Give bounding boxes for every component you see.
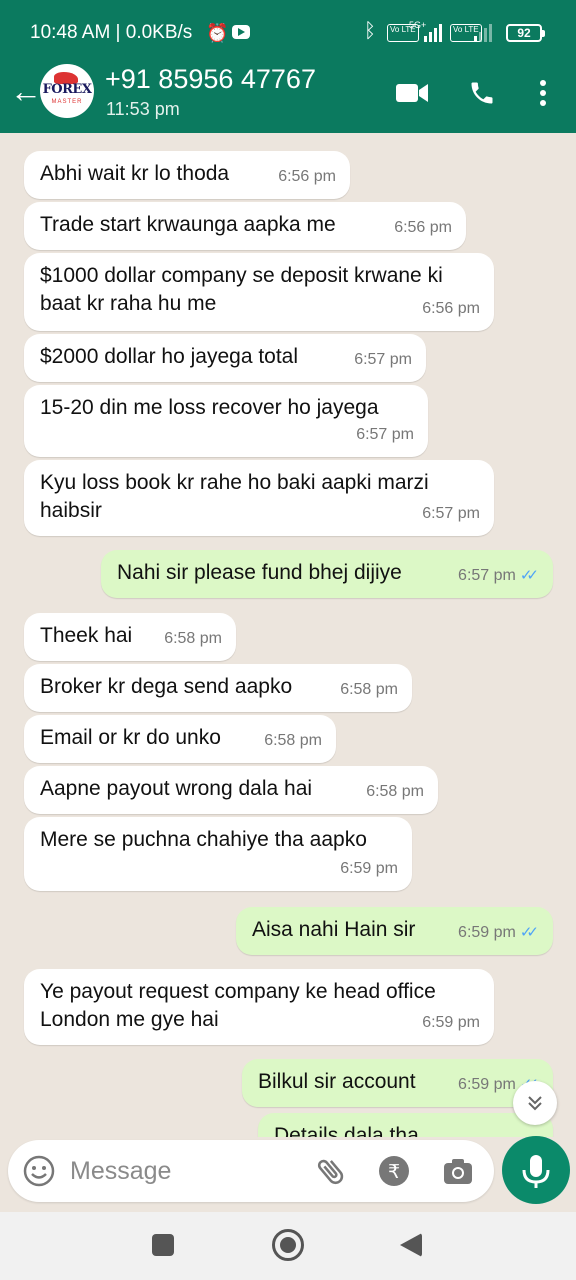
more-options-icon[interactable] <box>538 79 548 107</box>
message-time: 6:57 pm <box>422 505 480 522</box>
last-seen: 11:53 pm <box>106 99 180 119</box>
message-outgoing[interactable]: Aisa nahi Hain sir 6:59 pm ✓✓ <box>236 907 553 955</box>
message-text: Kyu loss book kr rahe ho baki aapki marz… <box>40 471 429 522</box>
message-incoming[interactable]: Trade start krwaunga aapka me 6:56 pm <box>24 202 466 250</box>
status-time: 10:48 AM | 0.0KB/s <box>30 22 193 43</box>
read-receipt-icon: ✓✓ <box>519 567 539 584</box>
message-incoming[interactable]: Abhi wait kr lo thoda 6:56 pm <box>24 151 350 199</box>
message-time: 6:58 pm <box>264 732 322 749</box>
chat-area[interactable]: Abhi wait kr lo thoda 6:56 pm Trade star… <box>0 133 576 1137</box>
battery-icon: 92 <box>506 24 545 42</box>
message-time: 6:59 pm <box>422 1014 480 1031</box>
message-time: 6:58 pm <box>340 681 398 698</box>
message-time: 6:59 pm <box>458 924 516 941</box>
voice-call-icon[interactable] <box>468 79 496 107</box>
message-incoming[interactable]: Mere se puchna chahiye tha aapko 6:59 pm <box>24 817 412 891</box>
message-text: Details dala tha <box>274 1124 419 1137</box>
system-navigation-bar <box>0 1212 576 1280</box>
message-time: 6:59 pm <box>340 860 398 877</box>
system-back-button[interactable] <box>400 1233 422 1257</box>
double-chevron-down-icon <box>528 1096 542 1111</box>
message-time: 6:58 pm <box>164 630 222 647</box>
message-outgoing[interactable]: Nahi sir please fund bhej dijiye 6:57 pm… <box>101 550 553 598</box>
youtube-notification-icon <box>232 25 250 39</box>
home-button[interactable] <box>272 1229 304 1261</box>
scroll-to-bottom-button[interactable] <box>513 1081 557 1125</box>
bluetooth-icon: ᛒ <box>364 20 376 42</box>
message-text: Trade start krwaunga aapka me <box>40 213 336 236</box>
contact-avatar[interactable]: FOREX MASTER <box>40 64 94 118</box>
message-status: 6:59 pm ✓✓ <box>458 919 539 947</box>
message-status: 6:57 pm ✓✓ <box>458 562 539 590</box>
message-time: 6:58 pm <box>366 783 424 800</box>
message-text: Mere se puchna chahiye tha aapko <box>40 828 367 851</box>
message-input[interactable] <box>70 1152 300 1190</box>
message-incoming[interactable]: Theek hai 6:58 pm <box>24 613 236 661</box>
message-time: 6:57 pm <box>458 567 516 584</box>
message-incoming[interactable]: Aapne payout wrong dala hai 6:58 pm <box>24 766 438 814</box>
message-text: Ye payout request company ke head office… <box>40 980 436 1031</box>
message-incoming[interactable]: Broker kr dega send aapko 6:58 pm <box>24 664 412 712</box>
read-receipt-icon: ✓✓ <box>519 924 539 941</box>
signal-strength-icon <box>424 22 442 42</box>
camera-icon[interactable] <box>442 1156 474 1186</box>
back-arrow-icon[interactable]: ← <box>10 74 42 108</box>
message-time: 6:56 pm <box>394 219 452 236</box>
emoji-icon[interactable] <box>22 1154 56 1188</box>
message-time: 6:56 pm <box>278 168 336 185</box>
message-incoming[interactable]: 15-20 din me loss recover ho jayega 6:57… <box>24 385 428 457</box>
app-header: 10:48 AM | 0.0KB/s ⏰ ᛒ Vo LTE 5G+ Vo LTE… <box>0 0 576 133</box>
contact-name[interactable]: +91 85956 47767 <box>105 64 316 95</box>
message-outgoing[interactable]: Bilkul sir account 6:59 pm ✓✓ <box>242 1059 553 1107</box>
message-time: 6:59 pm <box>458 1076 516 1093</box>
signal-strength-icon-2 <box>474 22 492 42</box>
message-text: $1000 dollar company se deposit krwane k… <box>40 264 443 315</box>
message-time: 6:57 pm <box>354 351 412 368</box>
svg-text:₹: ₹ <box>388 1161 400 1183</box>
payment-rupee-icon[interactable]: ₹ <box>378 1155 410 1187</box>
message-incoming[interactable]: $1000 dollar company se deposit krwane k… <box>24 253 494 331</box>
avatar-logo-subtext: MASTER <box>51 99 83 105</box>
status-bar: 10:48 AM | 0.0KB/s ⏰ ᛒ Vo LTE 5G+ Vo LTE… <box>0 0 576 60</box>
message-composer: ₹ <box>8 1140 494 1202</box>
message-text: Aapne payout wrong dala hai <box>40 777 313 800</box>
voice-message-button[interactable] <box>502 1136 570 1204</box>
message-text: 15-20 din me loss recover ho jayega <box>40 396 379 419</box>
microphone-icon <box>522 1155 550 1188</box>
message-incoming[interactable]: Email or kr do unko 6:58 pm <box>24 715 336 763</box>
attach-icon[interactable] <box>314 1154 348 1188</box>
message-incoming[interactable]: Ye payout request company ke head office… <box>24 969 494 1045</box>
message-time: 6:56 pm <box>422 300 480 317</box>
alarm-icon: ⏰ <box>206 23 229 43</box>
recent-apps-button[interactable] <box>152 1234 174 1256</box>
video-call-icon[interactable] <box>395 81 429 105</box>
avatar-logo-text: FOREX <box>42 82 92 97</box>
message-time: 6:57 pm <box>356 426 414 443</box>
message-incoming[interactable]: $2000 dollar ho jayega total 6:57 pm <box>24 334 426 382</box>
message-outgoing[interactable]: Details dala tha <box>258 1113 553 1137</box>
message-incoming[interactable]: Kyu loss book kr rahe ho baki aapki marz… <box>24 460 494 536</box>
